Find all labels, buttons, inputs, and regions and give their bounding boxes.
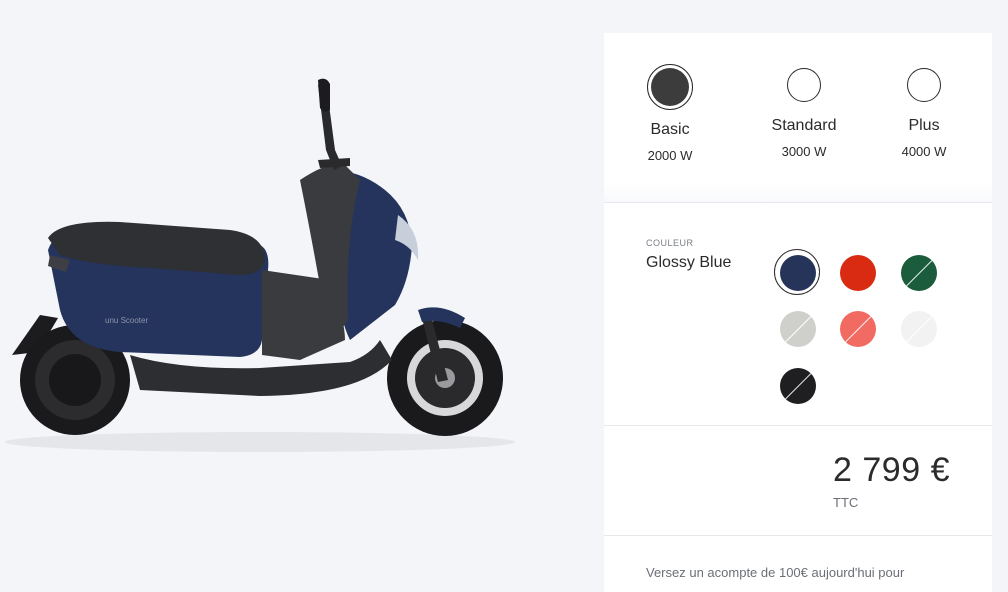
divider [604, 425, 992, 426]
scooter-brand-text: unu Scooter [105, 316, 148, 325]
price-amount: 2 799 € [833, 451, 950, 489]
unavailable-slash-icon [903, 313, 936, 345]
divider [604, 202, 992, 203]
version-name: Plus [908, 117, 940, 134]
version-option-basic[interactable]: Basic 2000 W [615, 64, 725, 165]
configurator-panel: Basic 2000 W Standard 3000 W Plus 4000 W… [604, 33, 992, 592]
version-power: 3000 W [781, 144, 827, 159]
version-power: 4000 W [901, 144, 947, 159]
product-image-area: unu Scooter [0, 0, 604, 592]
color-swatch-glossy-blue[interactable] [780, 255, 816, 291]
version-power: 2000 W [647, 148, 693, 163]
version-selector: Basic 2000 W Standard 3000 W Plus 4000 W [604, 33, 992, 203]
color-swatch-gray[interactable] [780, 311, 816, 347]
deposit-text: Versez un acompte de 100€ aujourd'hui po… [646, 565, 905, 580]
version-name: Standard [771, 117, 837, 134]
version-radio-basic[interactable] [647, 64, 693, 110]
price-tax-label: TTC [833, 495, 859, 510]
version-option-standard[interactable]: Standard 3000 W [749, 64, 859, 161]
color-swatch-coral[interactable] [840, 311, 876, 347]
unavailable-slash-icon [782, 313, 815, 345]
color-swatch-white[interactable] [901, 311, 937, 347]
color-swatch-red[interactable] [840, 255, 876, 291]
selected-color-name: Glossy Blue [646, 254, 732, 271]
version-option-plus[interactable]: Plus 4000 W [869, 64, 979, 161]
divider [604, 535, 992, 536]
unavailable-slash-icon [903, 257, 936, 289]
version-radio-standard[interactable] [787, 68, 821, 102]
unavailable-slash-icon [782, 370, 815, 402]
version-radio-plus[interactable] [907, 68, 941, 102]
color-swatch-black[interactable] [780, 368, 816, 404]
scooter-image: unu Scooter [5, 78, 515, 452]
color-label: COULEUR [646, 238, 694, 248]
section-fade [604, 183, 992, 203]
color-swatch-green[interactable] [901, 255, 937, 291]
unavailable-slash-icon [842, 313, 875, 345]
version-name: Basic [650, 121, 690, 138]
